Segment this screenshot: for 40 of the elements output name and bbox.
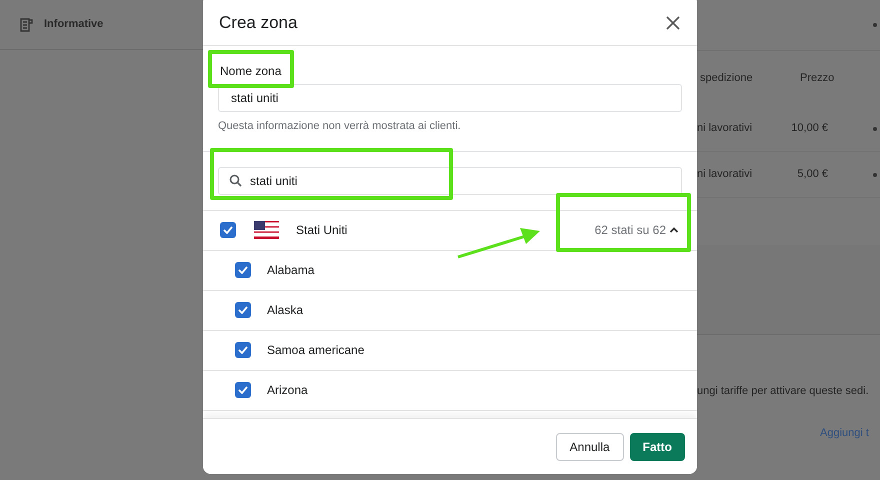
more-icon[interactable] xyxy=(873,126,877,130)
checkbox[interactable] xyxy=(235,302,251,318)
state-name: Alabama xyxy=(267,262,314,279)
flag-icon xyxy=(254,221,279,239)
column-header: spedizione xyxy=(699,71,754,86)
checkmark-icon xyxy=(238,306,248,314)
more-icon[interactable] xyxy=(873,23,877,27)
state-count: 62 stati su 62 xyxy=(594,222,666,239)
checkmark-icon xyxy=(238,266,248,274)
more-icon[interactable] xyxy=(873,172,877,176)
cancel-button[interactable]: Annulla xyxy=(556,432,624,460)
state-name: Arizona xyxy=(267,382,308,399)
receipt-icon xyxy=(18,16,34,32)
table-cell-text: 5,00 € xyxy=(796,167,829,182)
checkmark-icon xyxy=(223,226,233,234)
help-text: Questa informazione non verrà mostrata ai clienti. xyxy=(218,119,462,134)
column-header: Prezzo xyxy=(800,71,836,86)
checkbox[interactable] xyxy=(235,262,251,278)
country-name: Stati Uniti xyxy=(296,222,348,239)
done-button[interactable]: Fatto xyxy=(630,432,685,460)
close-icon[interactable] xyxy=(665,14,681,30)
state-name: Alaska xyxy=(267,302,304,319)
checkbox[interactable] xyxy=(220,222,236,238)
table-cell-text: ni lavorativi xyxy=(696,167,754,182)
dialog-title: Crea zona xyxy=(219,12,298,34)
checkmark-icon xyxy=(238,346,248,354)
zone-name-field[interactable]: stati uniti xyxy=(218,84,682,112)
checkmark-icon xyxy=(238,386,248,394)
notice-text: ungi tariffe per attivare queste sedi. xyxy=(697,385,869,397)
checkbox[interactable] xyxy=(235,342,251,358)
table-cell-text: 10,00 € xyxy=(790,121,829,136)
field-label: Nome zona xyxy=(219,63,282,80)
section-title: Informative xyxy=(44,17,104,32)
search-field[interactable]: stati uniti xyxy=(218,166,682,194)
state-name: Samoa americane xyxy=(267,342,364,359)
arrow-icon xyxy=(456,226,542,260)
chevron-icon[interactable] xyxy=(669,225,679,235)
checkbox[interactable] xyxy=(235,382,251,398)
search-icon xyxy=(229,174,242,187)
table-cell-text: ni lavorativi xyxy=(696,121,754,136)
